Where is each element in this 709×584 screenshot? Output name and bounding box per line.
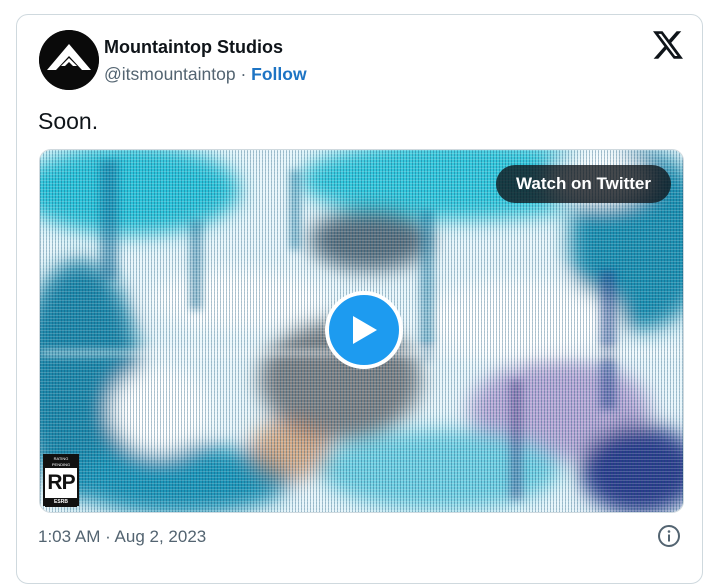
tweet-timestamp[interactable]: 1:03 AM · Aug 2, 2023: [38, 526, 206, 548]
tweet-embed-card: Mountaintop Studios @itsmountaintop · Fo…: [16, 14, 703, 584]
play-button[interactable]: [325, 291, 403, 369]
rating-badge-code: RP: [47, 471, 75, 494]
avatar[interactable]: [39, 30, 99, 90]
tweet-text: Soon.: [38, 108, 99, 134]
handle-line: @itsmountaintop · Follow: [104, 63, 307, 85]
esrb-rating-badge: RATING PENDING RP ESRB: [43, 454, 79, 507]
author-handle[interactable]: @itsmountaintop: [104, 64, 236, 84]
mountain-logo-icon: [39, 30, 99, 90]
video-player[interactable]: Watch on Twitter RATING PENDING RP ESRB: [39, 149, 684, 513]
author-name[interactable]: Mountaintop Studios: [104, 36, 283, 58]
watch-on-twitter-button[interactable]: Watch on Twitter: [495, 165, 671, 203]
play-icon: [353, 316, 377, 344]
x-logo-icon[interactable]: [653, 31, 683, 59]
follow-button[interactable]: Follow: [251, 64, 306, 84]
rating-badge-bottom: ESRB: [45, 498, 77, 507]
separator-dot: ·: [240, 64, 247, 84]
info-icon[interactable]: [657, 524, 681, 548]
rating-badge-top: RATING PENDING: [45, 456, 77, 468]
